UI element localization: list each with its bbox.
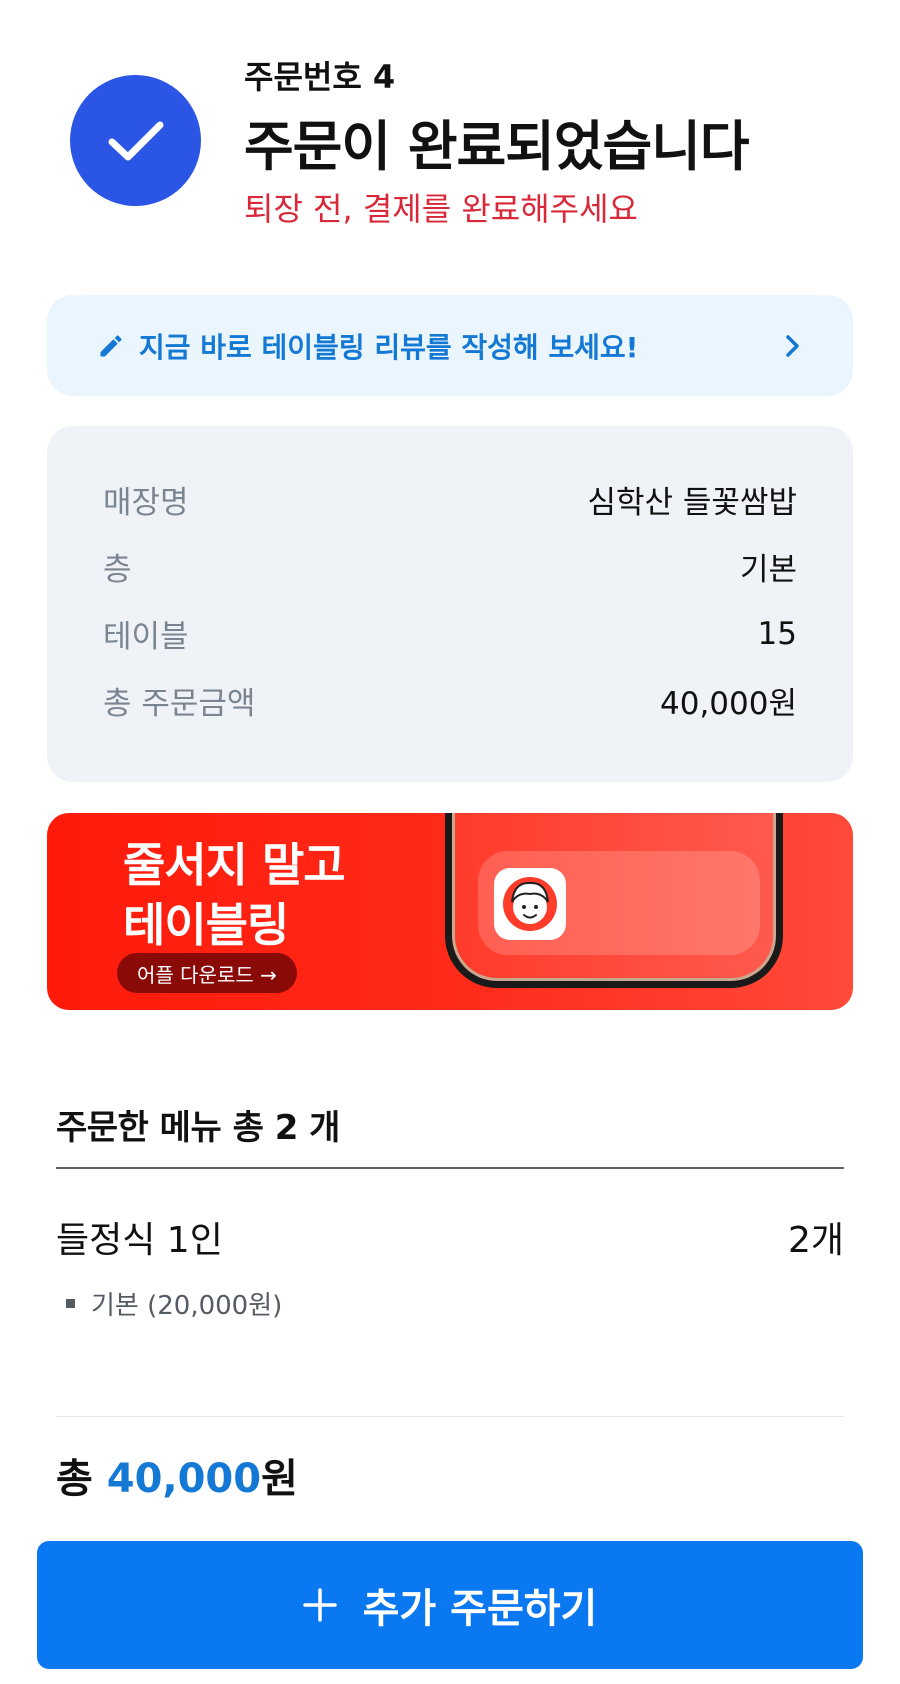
- info-value: 15: [757, 615, 797, 652]
- info-label: 테이블: [103, 619, 189, 655]
- info-row-store: 매장명 심학산 들꽃쌈밥: [103, 466, 797, 533]
- info-value: 기본: [739, 552, 797, 588]
- menu-item-option: 기본 (20,000원): [66, 1285, 282, 1322]
- app-download-button[interactable]: 어플 다운로드 →: [117, 953, 297, 993]
- info-row-total: 총 주문금액 40,000원: [103, 667, 797, 734]
- chevron-right-icon: [786, 334, 799, 357]
- info-value: 40,000원: [660, 686, 797, 722]
- list-item: 들정식 1인 2개 기본 (20,000원): [56, 1169, 844, 1325]
- info-label: 층: [103, 552, 132, 588]
- info-row-floor: 층 기본: [103, 533, 797, 600]
- ordered-menu-section: 주문한 메뉴 총 2 개 들정식 1인 2개 기본 (20,000원): [56, 1100, 844, 1325]
- menu-item-quantity: 2개: [787, 1220, 844, 1261]
- order-number: 주문번호 4: [244, 58, 396, 96]
- info-label: 매장명: [103, 485, 189, 521]
- total-prefix: 총: [56, 1456, 107, 1502]
- payment-notice: 퇴장 전, 결제를 완료해주세요: [244, 190, 638, 228]
- bullet-icon: [66, 1299, 75, 1308]
- order-complete-header: 주문번호 4 주문이 완료되었습니다 퇴장 전, 결제를 완료해주세요: [0, 0, 900, 260]
- promo-title: 줄서지 말고 테이블링: [123, 835, 346, 955]
- plus-icon: [302, 1588, 337, 1622]
- pencil-icon: [100, 334, 122, 356]
- review-banner[interactable]: 지금 바로 테이블링 리뷰를 작성해 보세요!: [47, 295, 853, 396]
- info-row-table: 테이블 15: [103, 600, 797, 667]
- add-order-label: 추가 주문하기: [362, 1586, 598, 1632]
- menu-item-name: 들정식 1인: [56, 1220, 223, 1261]
- page-title: 주문이 완료되었습니다: [244, 115, 750, 178]
- phone-illustration: [445, 813, 783, 988]
- total-suffix: 원: [261, 1456, 298, 1502]
- promo-line-2: 테이블링: [123, 898, 289, 952]
- promo-line-1: 줄서지 말고: [123, 838, 346, 892]
- order-info-card: 매장명 심학산 들꽃쌈밥 층 기본 테이블 15 총 주문금액 40,000원: [47, 426, 853, 782]
- total-amount: 40,000: [106, 1456, 262, 1502]
- order-total: 총 40,000원: [56, 1446, 298, 1504]
- checkmark-icon: [108, 121, 163, 160]
- add-order-button[interactable]: 추가 주문하기: [37, 1541, 863, 1669]
- menu-item-option-text: 기본 (20,000원): [91, 1291, 283, 1321]
- menu-section-header: 주문한 메뉴 총 2 개: [56, 1100, 844, 1169]
- divider: [56, 1416, 844, 1417]
- phone-notification: [478, 851, 760, 955]
- check-circle-icon: [70, 75, 201, 206]
- info-value: 심학산 들꽃쌈밥: [587, 485, 798, 521]
- info-label: 총 주문금액: [103, 686, 256, 722]
- tabling-app-icon: [494, 868, 566, 940]
- app-download-promo-banner[interactable]: 줄서지 말고 테이블링 어플 다운로드 →: [47, 813, 853, 1010]
- avatar-face-icon: [503, 877, 557, 931]
- review-banner-text: 지금 바로 테이블링 리뷰를 작성해 보세요!: [139, 330, 639, 364]
